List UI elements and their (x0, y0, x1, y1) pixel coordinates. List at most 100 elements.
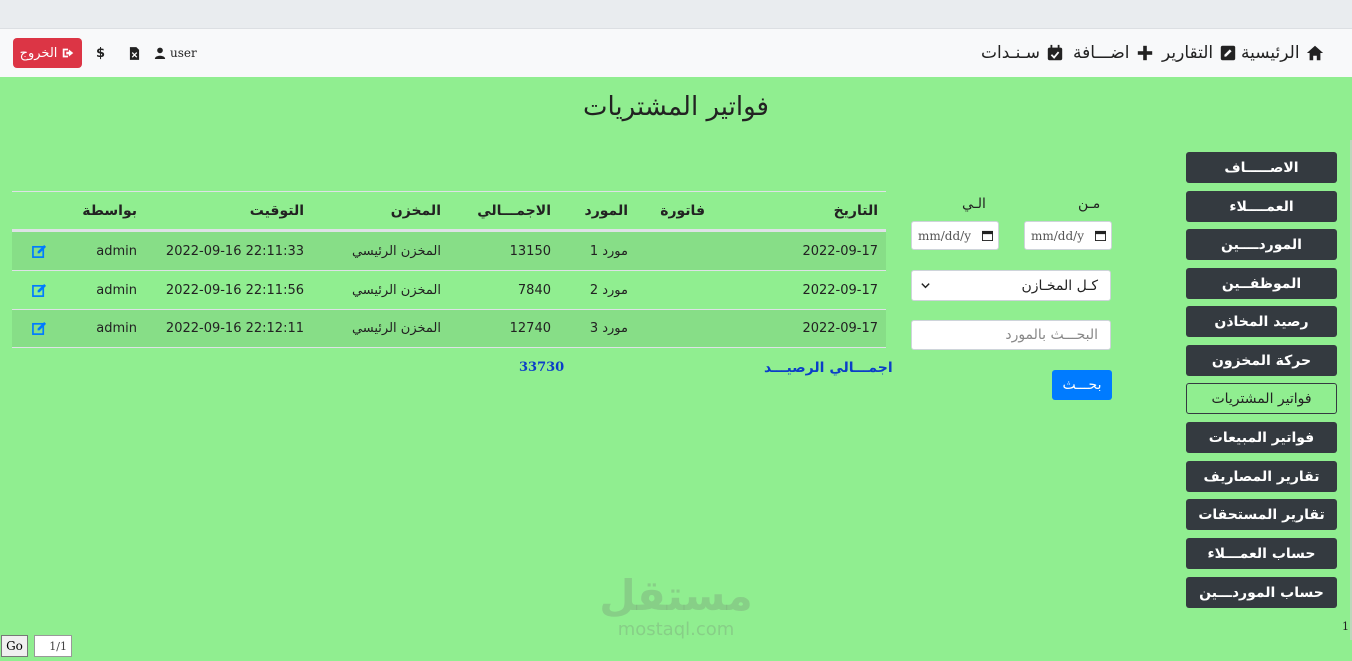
edit-icon[interactable] (32, 283, 47, 298)
sidebar-item-label: العمــــلاء (1229, 198, 1294, 215)
cell-time: 2022-09-16 22:12:11 (165, 321, 304, 336)
to-date-input[interactable]: mm/dd/y (911, 221, 999, 250)
cell-date: 2022-09-17 (802, 282, 878, 298)
sidebar-item-label: رصيد المخاذن (1214, 313, 1309, 330)
file-excel-icon[interactable] (129, 44, 140, 62)
cell-supplier: مورد 1 (589, 243, 628, 259)
sidebar-item-dues-reports[interactable]: تقارير المستحقات (1186, 499, 1337, 530)
user-menu[interactable]: user (154, 44, 197, 62)
sidebar-item-customer-accounts[interactable]: حساب العمـــلاء (1186, 538, 1337, 569)
supplier-search-input[interactable]: البحـــث بالمورد (911, 320, 1111, 350)
sidebar-item-expense-reports[interactable]: تقارير المصاريف (1186, 461, 1337, 492)
cell-total: 7840 (517, 282, 551, 298)
logout-label: الخروج (19, 45, 58, 61)
cell-store: المخزن الرئيسي (351, 321, 441, 336)
cell-date: 2022-09-17 (802, 243, 878, 259)
top-navbar: الرئيسية التقارير اضـــافة سـنـدات الخرو… (0, 29, 1352, 77)
page-number: 1 (1342, 620, 1349, 633)
cell-by: admin (96, 243, 137, 259)
purchase-invoices-table: التاريخ فاتورة المورد الاجمـــالي المخزن… (12, 191, 886, 348)
from-date-value: mm/dd/y (1031, 228, 1084, 243)
table-header-row: التاريخ فاتورة المورد الاجمـــالي المخزن… (12, 191, 886, 231)
watermark-ar: مستقل (599, 571, 753, 620)
search-placeholder: البحـــث بالمورد (1005, 327, 1098, 343)
edit-row-button[interactable] (32, 310, 47, 347)
edit-row-button[interactable] (32, 232, 47, 270)
calendar-icon[interactable] (1095, 230, 1106, 241)
cell-by: admin (96, 321, 137, 336)
cell-total: 12740 (509, 321, 551, 336)
sidebar-item-stock-movement[interactable]: حركة المخزون (1186, 345, 1337, 376)
cell-supplier: مورد 2 (589, 282, 628, 298)
cell-time: 2022-09-16 22:11:56 (165, 282, 304, 298)
nav-vouchers[interactable]: سـنـدات (981, 41, 1064, 65)
watermark-en: mostaql.com (617, 619, 735, 640)
edit-icon[interactable] (32, 321, 47, 336)
header-supplier: المورد (584, 202, 628, 219)
sidebar-item-employees[interactable]: الموظفــين (1186, 268, 1337, 299)
cell-total: 13150 (509, 243, 551, 259)
sidebar-item-customers[interactable]: العمــــلاء (1186, 191, 1337, 222)
sidebar-item-sales-invoices[interactable]: فواتير المبيعات (1186, 422, 1337, 453)
nav-home[interactable]: الرئيسية (1241, 41, 1324, 65)
cell-date: 2022-09-17 (802, 321, 878, 336)
sidebar-item-label: فواتير المشتريات (1211, 390, 1312, 407)
cell-store: المخزن الرئيسي (351, 243, 441, 259)
sidebar-item-suppliers[interactable]: الموردــــين (1186, 229, 1337, 260)
go-button[interactable]: Go (1, 635, 28, 657)
sidebar-item-label: الاصـــــاف (1224, 159, 1299, 176)
plus-icon (1137, 45, 1152, 61)
page-input[interactable]: 1/1 (34, 635, 72, 657)
user-icon (154, 47, 166, 59)
home-icon (1306, 45, 1323, 61)
dollar-icon[interactable]: $ (96, 44, 105, 62)
grand-total-value: 33730 (519, 360, 565, 375)
sidebar-item-label: الموردــــين (1221, 236, 1302, 253)
to-label: الـي (962, 196, 986, 212)
header-invoice: فاتورة (660, 202, 705, 219)
sidebar-item-label: تقارير المستحقات (1198, 506, 1325, 523)
nav-add[interactable]: اضـــافة (1073, 41, 1154, 65)
from-label: مـن (1078, 196, 1101, 212)
browser-top-strip (0, 0, 1352, 29)
edit-icon[interactable] (32, 244, 47, 259)
user-name: user (170, 46, 197, 60)
header-total: الاجمـــالي (477, 202, 551, 219)
sidebar-item-label: حركة المخزون (1211, 352, 1312, 369)
search-button[interactable]: بحـــث (1052, 370, 1112, 400)
sidebar-item-items[interactable]: الاصـــــاف (1186, 152, 1337, 183)
sidebar-item-supplier-accounts[interactable]: حساب الموردـــين (1186, 577, 1337, 608)
page-title: فواتير المشتريات (583, 92, 769, 122)
to-date-value: mm/dd/y (918, 228, 971, 243)
sidebar-item-label: حساب الموردـــين (1199, 584, 1324, 601)
cell-supplier: مورد 3 (589, 321, 628, 336)
nav-add-label: اضـــافة (1073, 43, 1130, 63)
table-row[interactable]: 2022-09-17 مورد 3 12740 المخزن الرئيسي 2… (12, 309, 886, 348)
calendar-icon[interactable] (982, 230, 993, 241)
sidebar-item-label: الموظفــين (1221, 275, 1302, 292)
header-time: التوقيت (249, 202, 304, 219)
edit-row-button[interactable] (32, 271, 47, 309)
calendar-check-icon (1047, 44, 1063, 61)
table-row[interactable]: 2022-09-17 مورد 2 7840 المخزن الرئيسي 20… (12, 270, 886, 309)
header-by: بواسطة (82, 202, 137, 219)
cell-time: 2022-09-16 22:11:33 (165, 243, 304, 259)
sidebar-item-label: حساب العمـــلاء (1207, 545, 1316, 562)
sidebar-item-label: تقارير المصاريف (1203, 468, 1320, 485)
table-row[interactable]: 2022-09-17 مورد 1 13150 المخزن الرئيسي 2… (12, 231, 886, 270)
cell-store: المخزن الرئيسي (351, 282, 441, 298)
watermark: مستقل mostaql.com (592, 572, 760, 640)
from-date-input[interactable]: mm/dd/y (1024, 221, 1112, 250)
grand-total-label: اجمـــالي الرصيـــد (764, 360, 893, 376)
edit-square-icon (1220, 45, 1236, 61)
sidebar-item-purchase-invoices[interactable]: فواتير المشتريات (1186, 383, 1337, 414)
cell-by: admin (96, 282, 137, 298)
store-select[interactable]: كـل المخـازن (911, 270, 1111, 301)
chevron-down-icon (921, 283, 930, 289)
sidebar-item-label: فواتير المبيعات (1208, 429, 1315, 446)
header-date: التاريخ (833, 202, 878, 219)
nav-reports[interactable]: التقارير (1162, 41, 1237, 65)
sidebar-item-stock-balance[interactable]: رصيد المخاذن (1186, 306, 1337, 337)
nav-vouchers-label: سـنـدات (981, 43, 1040, 63)
logout-button[interactable]: الخروج (13, 38, 82, 68)
